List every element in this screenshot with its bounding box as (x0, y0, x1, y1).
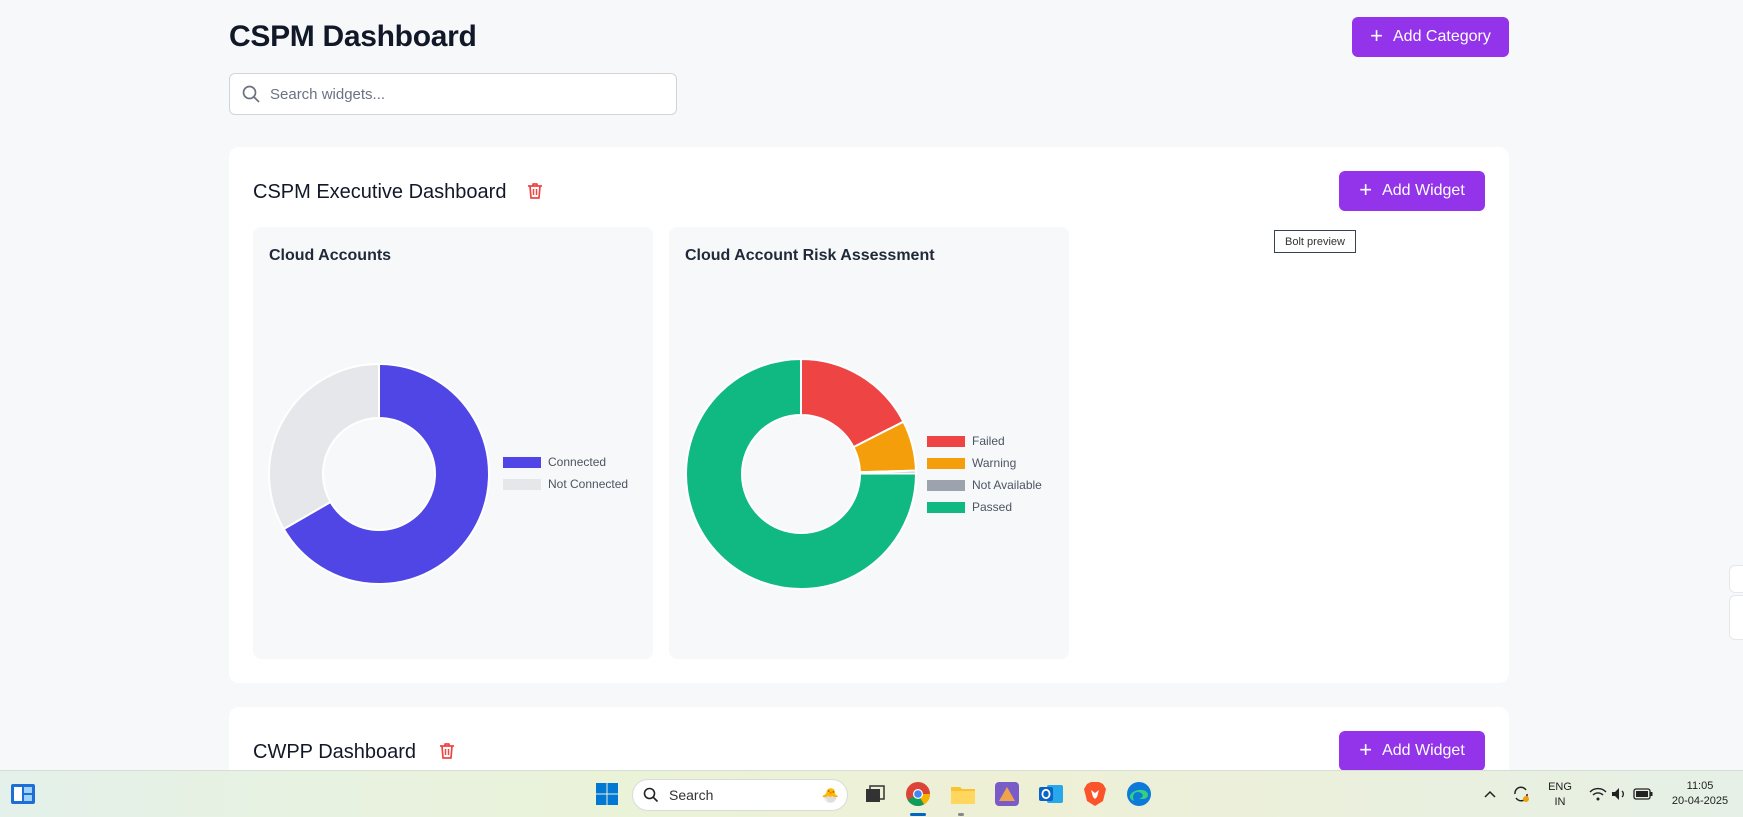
add-widget-button[interactable]: + Add Widget (1339, 731, 1485, 771)
add-widget-label: Add Widget (1382, 742, 1465, 759)
legend-swatch (503, 478, 541, 490)
taskbar-search-label: Search (669, 787, 714, 803)
legend-label: Passed (972, 500, 1013, 514)
legend-item-warning[interactable]: Warning (927, 452, 1042, 474)
widget-cloud-account-risk: Cloud Account Risk Assessment Failed Warn… (669, 227, 1069, 659)
legend-label: Warning (972, 456, 1017, 470)
edge-icon[interactable] (1124, 779, 1154, 809)
clock-time: 11:05 (1686, 780, 1714, 792)
search-icon (242, 85, 260, 103)
donut-slice-not-connected[interactable] (268, 362, 380, 531)
search-input[interactable] (270, 85, 650, 103)
plus-icon: + (1370, 23, 1383, 48)
open-app-indicator (958, 813, 964, 816)
add-widget-label: Add Widget (1382, 182, 1465, 199)
active-app-indicator (910, 813, 926, 816)
category-title: CSPM Executive Dashboard (253, 181, 507, 203)
legend-label: Not Connected (548, 477, 629, 491)
legend-item-not-connected[interactable]: Not Connected (503, 473, 628, 495)
widget-cloud-accounts: Cloud Accounts Connected Not Connected (253, 227, 653, 659)
brave-icon[interactable] (1080, 779, 1110, 809)
legend-swatch (927, 501, 965, 513)
plus-icon: + (1359, 177, 1373, 202)
outlook-icon[interactable] (1036, 779, 1066, 809)
legend-swatch (927, 435, 965, 447)
add-widget-button[interactable]: + Add Widget (1339, 171, 1485, 211)
trash-icon[interactable] (525, 181, 545, 201)
trash-icon[interactable] (437, 741, 457, 761)
taskbar-search[interactable]: Search 🐣 (632, 779, 848, 811)
category-card-cspm-executive: CSPM Executive Dashboard + Add Widget Cl… (229, 147, 1509, 683)
search-bar[interactable] (229, 73, 677, 115)
add-category-label: Add Category (1393, 28, 1491, 45)
search-icon (643, 787, 659, 803)
chrome-icon[interactable] (903, 779, 933, 809)
add-category-button[interactable]: + Add Category (1352, 17, 1509, 57)
legend-label: Not Available (972, 478, 1042, 492)
battery-icon[interactable] (1628, 779, 1658, 809)
legend-swatch (927, 479, 965, 491)
plus-icon: + (1359, 737, 1373, 762)
legend-item-passed[interactable]: Passed (927, 496, 1042, 518)
widgets-icon[interactable] (8, 779, 38, 809)
clock[interactable]: 11:05 20-04-2025 (1664, 779, 1736, 809)
extension-side-tab[interactable] (1729, 595, 1743, 640)
sync-icon[interactable] (1506, 779, 1536, 809)
game-icon[interactable] (992, 779, 1022, 809)
legend-swatch (927, 457, 965, 469)
legend-item-connected[interactable]: Connected (503, 451, 628, 473)
page-title: CSPM Dashboard (229, 20, 477, 53)
language-indicator[interactable]: ENG IN (1544, 780, 1576, 810)
legend-item-failed[interactable]: Failed (927, 430, 1042, 452)
region-label: IN (1554, 796, 1566, 808)
windows-start-icon[interactable] (592, 779, 622, 809)
cloud-accounts-donut-chart (268, 362, 490, 585)
chart-legend: Connected Not Connected (503, 451, 628, 495)
task-view-icon[interactable] (860, 779, 890, 809)
language-label: ENG (1548, 781, 1572, 793)
legend-swatch (503, 456, 541, 468)
search-highlight-icon: 🐣 (821, 786, 839, 803)
chart-legend: Failed Warning Not Available Passed (927, 430, 1042, 518)
file-explorer-icon[interactable] (948, 779, 978, 809)
bolt-preview-tooltip: Bolt preview (1274, 230, 1356, 253)
legend-label: Failed (972, 434, 1005, 448)
category-title: CWPP Dashboard (253, 741, 417, 763)
extension-side-tab[interactable] (1729, 565, 1743, 593)
legend-item-not-available[interactable]: Not Available (927, 474, 1042, 496)
clock-date: 20-04-2025 (1671, 795, 1729, 807)
legend-label: Connected (548, 455, 607, 469)
windows-taskbar: Search 🐣 ENG IN 11:05 20-04-2025 (0, 770, 1743, 817)
chevron-up-icon[interactable] (1475, 779, 1505, 809)
